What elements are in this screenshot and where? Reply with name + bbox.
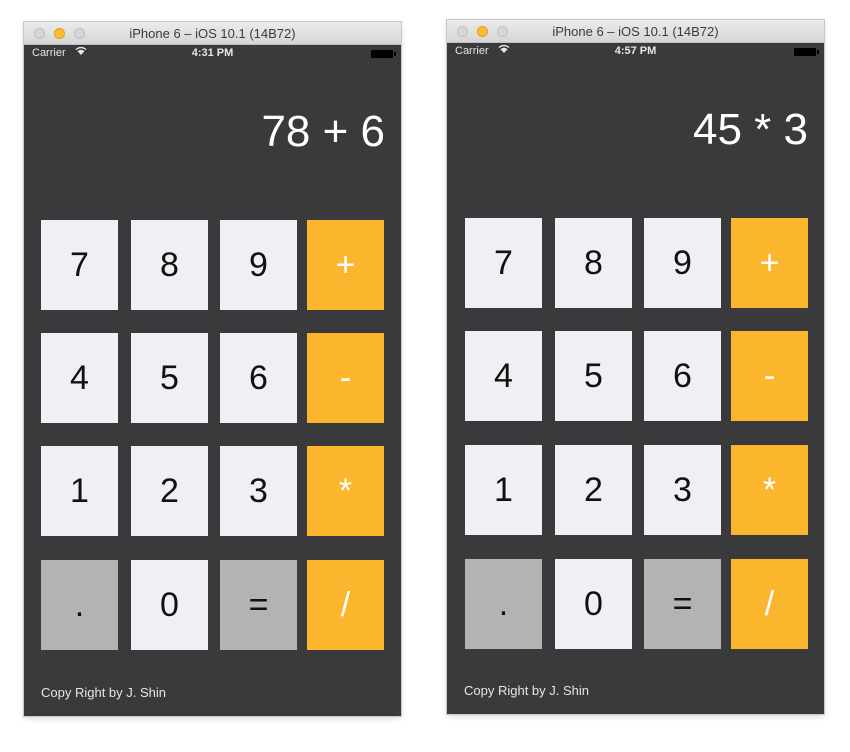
key-6[interactable]: 6	[644, 331, 721, 421]
key-2[interactable]: 2	[555, 445, 632, 535]
simulator-window-right: iPhone 6 – iOS 10.1 (14B72) Carrier 4:57…	[447, 20, 824, 714]
key-divide[interactable]: /	[307, 560, 384, 650]
status-time: 4:57 PM	[614, 45, 657, 57]
key-minus[interactable]: -	[731, 331, 808, 421]
key-multiply[interactable]: *	[731, 445, 808, 535]
key-equals[interactable]: =	[644, 559, 721, 649]
key-minus[interactable]: -	[307, 333, 384, 423]
status-bar: Carrier 4:31 PM	[24, 45, 401, 63]
key-5[interactable]: 5	[555, 331, 632, 421]
key-8[interactable]: 8	[131, 220, 208, 310]
key-plus[interactable]: +	[307, 220, 384, 310]
window-title: iPhone 6 – iOS 10.1 (14B72)	[552, 24, 719, 39]
key-plus[interactable]: +	[731, 218, 808, 308]
battery-icon	[371, 50, 396, 58]
status-bar: Carrier 4:57 PM	[447, 43, 824, 61]
key-equals[interactable]: =	[220, 560, 297, 650]
key-decimal[interactable]: .	[465, 559, 542, 649]
key-0[interactable]: 0	[131, 560, 208, 650]
key-8[interactable]: 8	[555, 218, 632, 308]
key-1[interactable]: 1	[465, 445, 542, 535]
key-3[interactable]: 3	[220, 446, 297, 536]
phone-screen: Carrier 4:57 PM 45 * 3 7 8 9 + 4 5 6 - 1…	[447, 43, 824, 714]
phone-screen: Carrier 4:31 PM 78 + 6 7 8 9 + 4 5 6 - 1…	[24, 45, 401, 716]
key-7[interactable]: 7	[465, 218, 542, 308]
key-1[interactable]: 1	[41, 446, 118, 536]
key-9[interactable]: 9	[220, 220, 297, 310]
copyright-footer: Copy Right by J. Shin	[41, 685, 167, 700]
key-decimal[interactable]: .	[41, 560, 118, 650]
window-title: iPhone 6 – iOS 10.1 (14B72)	[129, 26, 296, 41]
key-4[interactable]: 4	[41, 333, 118, 423]
key-5[interactable]: 5	[131, 333, 208, 423]
calculator-display: 45 * 3	[693, 105, 808, 154]
status-time: 4:31 PM	[191, 47, 234, 59]
key-multiply[interactable]: *	[307, 446, 384, 536]
window-titlebar[interactable]: iPhone 6 – iOS 10.1 (14B72)	[447, 20, 824, 43]
key-4[interactable]: 4	[465, 331, 542, 421]
window-titlebar[interactable]: iPhone 6 – iOS 10.1 (14B72)	[24, 22, 401, 45]
simulator-window-left: iPhone 6 – iOS 10.1 (14B72) Carrier 4:31…	[24, 22, 401, 716]
key-7[interactable]: 7	[41, 220, 118, 310]
key-0[interactable]: 0	[555, 559, 632, 649]
key-3[interactable]: 3	[644, 445, 721, 535]
key-6[interactable]: 6	[220, 333, 297, 423]
copyright-footer: Copy Right by J. Shin	[464, 683, 590, 698]
key-divide[interactable]: /	[731, 559, 808, 649]
key-9[interactable]: 9	[644, 218, 721, 308]
key-2[interactable]: 2	[131, 446, 208, 536]
calculator-display: 78 + 6	[261, 107, 385, 156]
battery-icon	[794, 48, 819, 56]
